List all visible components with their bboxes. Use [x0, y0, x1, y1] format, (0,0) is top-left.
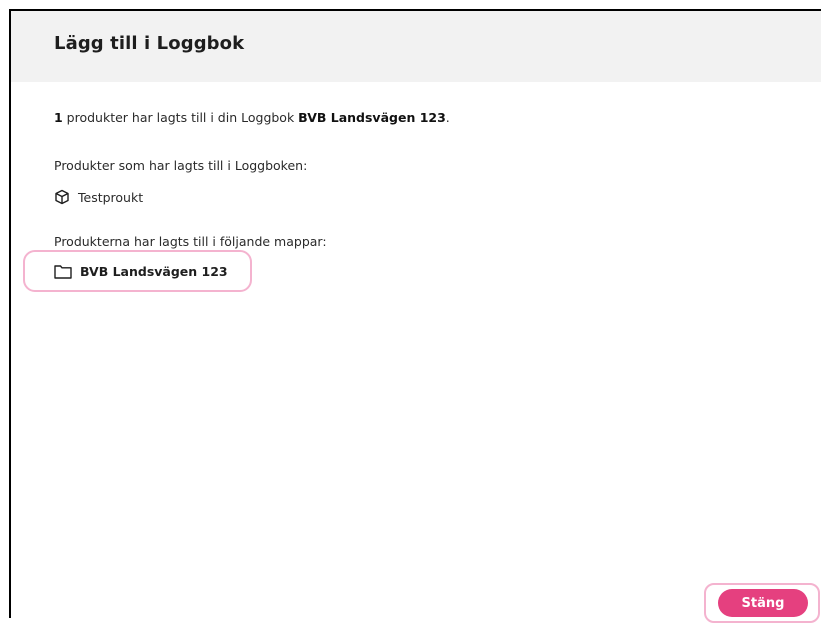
folder-item[interactable]: BVB Landsvägen 123	[54, 261, 228, 281]
close-button[interactable]: Stäng	[718, 589, 808, 617]
summary-middle: produkter har lagts till i din Loggbok	[62, 110, 299, 125]
product-count: 1	[54, 110, 63, 125]
product-item: Testproukt	[54, 187, 143, 207]
add-to-logbook-dialog: Lägg till i Loggbok 1 produkter har lagt…	[9, 9, 821, 623]
summary-end: .	[445, 110, 450, 125]
folders-label: Produkterna har lagts till i följande ma…	[54, 234, 327, 249]
logbook-name: BVB Landsvägen 123	[298, 110, 446, 125]
folder-name: BVB Landsvägen 123	[80, 263, 228, 279]
folder-icon	[54, 264, 72, 279]
summary-text: 1 produkter har lagts till i din Loggbok…	[54, 110, 450, 125]
products-label: Produkter som har lagts till i Loggboken…	[54, 158, 308, 173]
package-icon	[54, 189, 70, 205]
product-name: Testproukt	[78, 189, 144, 205]
dialog-header: Lägg till i Loggbok	[11, 11, 821, 82]
dialog-title: Lägg till i Loggbok	[54, 33, 245, 54]
